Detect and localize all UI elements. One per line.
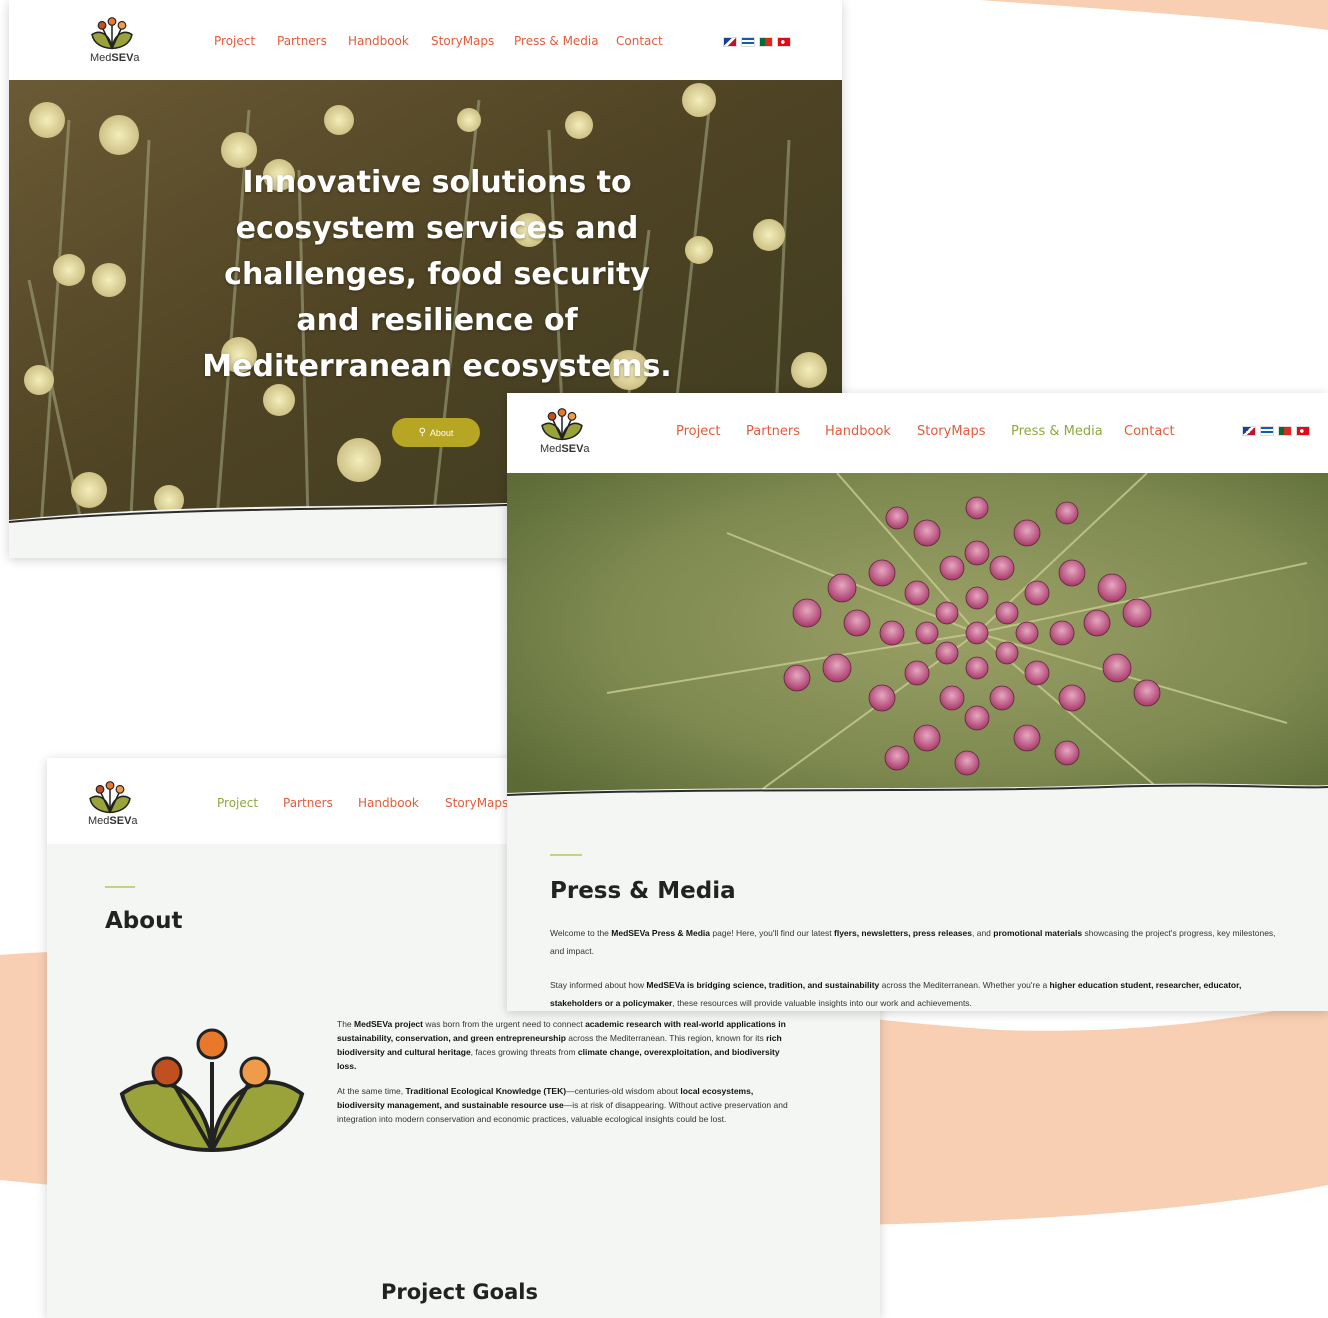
turkish-flag-icon[interactable] [1296,426,1310,436]
top-navigation: MedSEVa Project Partners Handbook StoryM… [507,393,1328,473]
press-paragraph-2: Stay informed about how MedSEVa is bridg… [550,980,1242,1008]
about-paragraph-1: The MedSEVa project was born from the ur… [337,1019,786,1071]
nav-link-partners[interactable]: Partners [277,34,327,48]
logo-wordmark: MedSEVa [88,815,138,827]
nav-link-contact[interactable]: Contact [616,34,663,48]
about-paragraph-2: At the same time, Traditional Ecological… [337,1086,788,1124]
press-media-title: Press & Media [550,878,736,904]
medseva-logo-icon [91,17,133,50]
nav-link-project[interactable]: Project [214,34,255,48]
medseva-plant-emblem-icon [119,1028,305,1153]
about-button[interactable]: ⚲ About [392,418,480,447]
portuguese-flag-icon[interactable] [759,37,773,47]
section-accent-line [105,886,135,888]
top-navigation: MedSEVa Project Partners Handbook StoryM… [9,0,842,80]
turkish-flag-icon[interactable] [777,37,791,47]
greek-flag-icon[interactable] [1260,426,1274,436]
nav-link-partners[interactable]: Partners [746,424,800,439]
about-button-label: About [429,427,454,438]
press-paragraph-1: Welcome to the MedSEVa Press & Media pag… [550,928,1276,956]
nav-link-press-media[interactable]: Press & Media [1011,424,1103,439]
language-selector [723,37,791,47]
nav-link-project[interactable]: Project [217,796,258,810]
nav-link-storymaps[interactable]: StoryMaps [431,34,494,48]
nav-link-handbook[interactable]: Handbook [825,424,891,439]
nav-link-storymaps[interactable]: StoryMaps [917,424,986,439]
about-title: About [105,908,183,934]
link-icon: ⚲ [418,427,426,438]
nav-link-project[interactable]: Project [676,424,720,439]
nav-link-handbook[interactable]: Handbook [358,796,419,810]
english-flag-icon[interactable] [723,37,737,47]
english-flag-icon[interactable] [1242,426,1256,436]
nav-link-storymaps[interactable]: StoryMaps [445,796,508,810]
greek-flag-icon[interactable] [741,37,755,47]
nav-link-press-media[interactable]: Press & Media [514,34,599,48]
nav-link-handbook[interactable]: Handbook [348,34,409,48]
press-media-page-card: MedSEVa Project Partners Handbook StoryM… [507,393,1328,1011]
project-goals-title: Project Goals [381,1280,538,1304]
nav-link-contact[interactable]: Contact [1124,424,1175,439]
press-hero-flower-image [507,473,1328,813]
section-accent-line [550,854,582,856]
medseva-logo-icon [541,408,583,441]
logo-wordmark: MedSEVa [540,443,590,455]
medseva-logo-icon [89,781,131,814]
portuguese-flag-icon[interactable] [1278,426,1292,436]
language-selector [1242,426,1310,436]
logo-wordmark: MedSEVa [90,52,140,64]
nav-link-partners[interactable]: Partners [283,796,333,810]
hero-title: Innovative solutions to ecosystem servic… [202,165,672,384]
